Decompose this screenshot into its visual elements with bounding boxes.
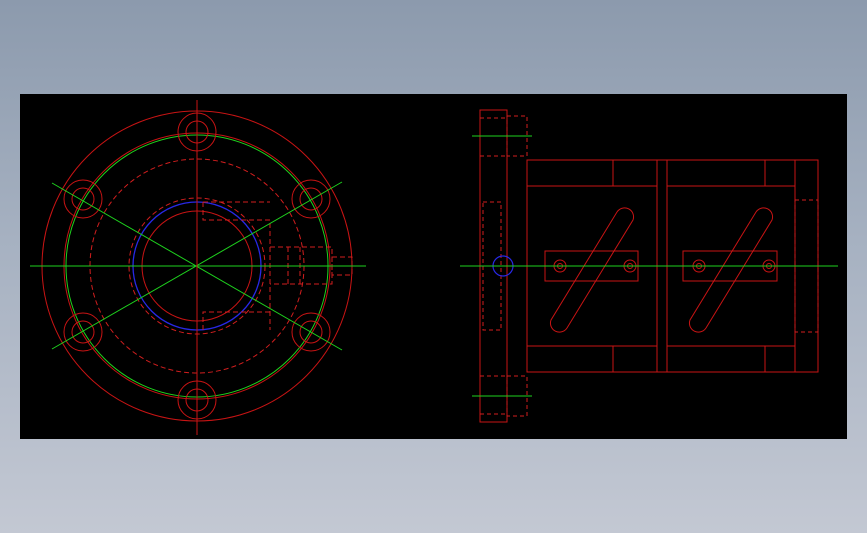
cad-drawing xyxy=(30,100,838,435)
front-view xyxy=(30,100,366,435)
cad-drawing-canvas[interactable] xyxy=(20,94,847,439)
slot-1 xyxy=(549,207,635,333)
side-centerlines xyxy=(460,135,838,397)
side-view xyxy=(460,109,838,423)
bolt-hole-upper-right xyxy=(291,179,331,219)
bolt-hole-upper-left xyxy=(63,179,103,219)
bolt-hole-lower-left xyxy=(63,312,103,352)
slot-2 xyxy=(688,207,774,333)
